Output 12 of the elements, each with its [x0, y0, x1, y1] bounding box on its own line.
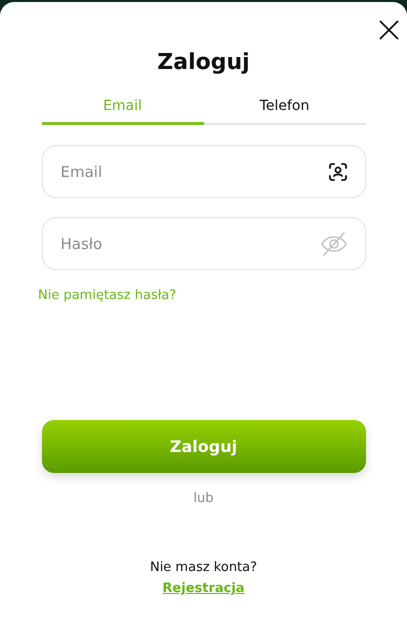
face-scan-icon[interactable] [328, 162, 348, 182]
signup-link[interactable]: Rejestracja [162, 581, 245, 596]
signup-prompt: Nie masz konta? [150, 560, 258, 575]
tab[interactable]: Email [42, 98, 204, 125]
close-icon[interactable] [377, 18, 401, 42]
login-button[interactable]: Zaloguj [42, 420, 366, 473]
dialog-title: Zaloguj [157, 49, 250, 77]
tab[interactable]: Telefon [204, 98, 366, 125]
forgot-password-link[interactable]: Nie pamiętasz hasła? [38, 288, 176, 303]
separator-text: lub [193, 491, 214, 506]
password-field[interactable]: Hasło [42, 217, 366, 270]
email-field[interactable]: Email [42, 145, 366, 198]
